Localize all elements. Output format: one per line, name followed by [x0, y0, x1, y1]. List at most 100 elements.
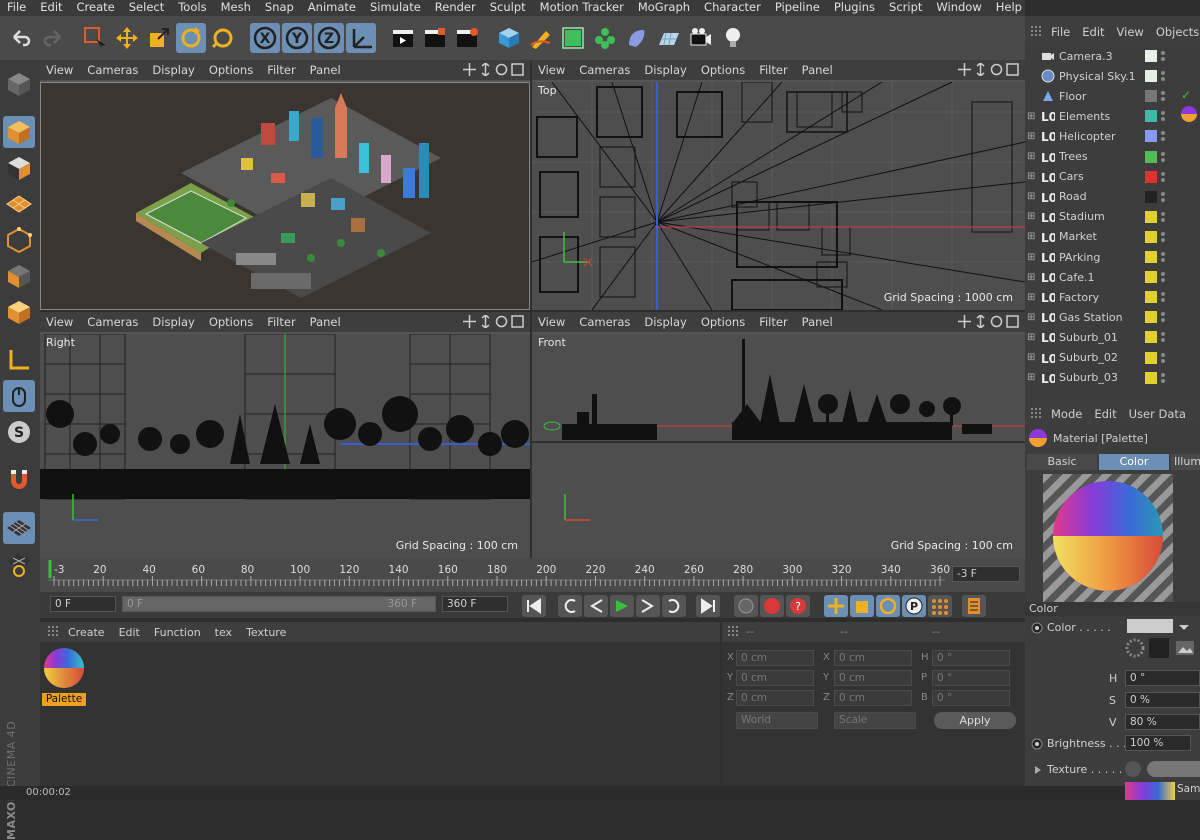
object-name[interactable]: Floor [1059, 90, 1143, 103]
solo-button[interactable]: S [3, 416, 35, 448]
orbit-icon[interactable] [495, 315, 508, 328]
menu-animate[interactable]: Animate [301, 0, 363, 16]
menu-character[interactable]: Character [697, 0, 768, 16]
layer-color-swatch[interactable] [1145, 90, 1157, 103]
object-row[interactable]: ⊞ L0 Cars [1025, 167, 1200, 187]
expand-icon[interactable]: ⊞ [1027, 272, 1037, 283]
layer-color-swatch[interactable] [1145, 271, 1157, 284]
menu-window[interactable]: Window [929, 0, 988, 16]
object-name[interactable]: Suburb_03 [1059, 371, 1143, 384]
polygons-mode-button[interactable] [3, 296, 35, 328]
planar-workplane-button[interactable] [3, 548, 35, 580]
visibility-dots[interactable] [1161, 312, 1165, 323]
menu-help[interactable]: Help [989, 0, 1029, 16]
object-row[interactable]: ⊞ L0 Gas Station [1025, 307, 1200, 327]
viewport-menu-filter[interactable]: Filter [759, 63, 787, 77]
viewport-menu-view[interactable]: View [538, 63, 565, 77]
dolly-icon[interactable] [974, 315, 987, 328]
menu-mograph[interactable]: MoGraph [631, 0, 697, 16]
viewport-menu-options[interactable]: Options [209, 315, 253, 329]
object-row[interactable]: ⊞ L0 Helicopter [1025, 126, 1200, 146]
expand-icon[interactable]: ⊞ [1027, 211, 1037, 222]
menu-sculpt[interactable]: Sculpt [483, 0, 533, 16]
layer-color-swatch[interactable] [1145, 170, 1157, 183]
visibility-dots[interactable] [1161, 352, 1165, 363]
viewport-menu-view[interactable]: View [46, 63, 73, 77]
object-row[interactable]: ⊞ L0 Elements [1025, 106, 1200, 126]
orbit-icon[interactable] [990, 315, 1003, 328]
menu-render[interactable]: Render [428, 0, 483, 16]
expand-icon[interactable]: ⊞ [1027, 252, 1037, 263]
pos-y-field[interactable]: 0 cm [736, 670, 814, 686]
expand-icon[interactable]: ⊞ [1027, 151, 1037, 162]
visibility-dots[interactable] [1161, 171, 1165, 182]
menu-select[interactable]: Select [122, 0, 171, 16]
om-menu-view[interactable]: View [1117, 25, 1144, 39]
h-field[interactable]: 0 ° [1125, 670, 1200, 686]
coordinate-system-button[interactable] [346, 23, 376, 53]
object-row[interactable]: ⊞ L0 Road [1025, 187, 1200, 207]
undo-button[interactable] [6, 23, 36, 53]
radio-icon[interactable] [1031, 622, 1043, 634]
object-row[interactable]: Floor [1025, 86, 1200, 106]
scale-tool-button[interactable] [144, 23, 174, 53]
viewport-menu-options[interactable]: Options [701, 63, 745, 77]
expand-icon[interactable]: ⊞ [1027, 171, 1037, 182]
locked-workplane-button[interactable] [3, 512, 35, 544]
expand-icon[interactable]: ⊞ [1027, 372, 1037, 383]
object-row[interactable]: ⊞ L0 Factory [1025, 287, 1200, 307]
camera-button[interactable] [686, 23, 716, 53]
floor-button[interactable] [654, 23, 684, 53]
om-menu-file[interactable]: File [1051, 25, 1070, 39]
layer-color-swatch[interactable] [1145, 351, 1157, 364]
end-frame-field[interactable]: 360 F [442, 596, 508, 612]
visibility-dots[interactable] [1161, 191, 1165, 202]
frame-range-slider[interactable]: 0 F 360 F [122, 596, 436, 612]
visibility-dots[interactable] [1161, 51, 1165, 61]
object-name[interactable]: Road [1059, 190, 1143, 203]
workplane-mode-button[interactable] [3, 188, 35, 220]
visibility-dots[interactable] [1161, 372, 1165, 383]
z-axis-lock-button[interactable]: Z [314, 23, 344, 53]
render-settings-button[interactable] [452, 23, 482, 53]
visibility-dots[interactable] [1161, 332, 1165, 343]
radio-icon[interactable] [1031, 738, 1043, 750]
layer-color-swatch[interactable] [1145, 70, 1157, 83]
menu-motion-tracker[interactable]: Motion Tracker [533, 0, 631, 16]
texture-slot[interactable] [1147, 761, 1200, 777]
live-selection-button[interactable] [80, 23, 110, 53]
move-tool-button[interactable] [112, 23, 142, 53]
object-row[interactable]: ⊞ L0 Suburb_01 [1025, 327, 1200, 347]
viewport-menu-display[interactable]: Display [152, 63, 194, 77]
rot-b-field[interactable]: 0 ° [932, 690, 1010, 706]
menu-plugins[interactable]: Plugins [827, 0, 882, 16]
object-name[interactable]: Stadium [1059, 210, 1143, 223]
menu-create[interactable]: Create [70, 0, 122, 16]
material-menu-function[interactable]: Function [154, 626, 201, 639]
front-view-canvas[interactable]: Front Grid Spacing : 100 cm [532, 334, 1025, 558]
current-frame-field[interactable]: -3 F [952, 566, 1020, 582]
edges-mode-button[interactable] [3, 260, 35, 292]
perspective-view-canvas[interactable] [40, 82, 530, 310]
menu-snap[interactable]: Snap [258, 0, 301, 16]
layer-color-swatch[interactable] [1145, 291, 1157, 304]
layer-color-swatch[interactable] [1145, 230, 1157, 243]
apply-button[interactable]: Apply [934, 712, 1016, 729]
menu-edit[interactable]: Edit [33, 0, 69, 16]
layer-color-swatch[interactable] [1145, 150, 1157, 163]
visibility-dots[interactable] [1161, 211, 1165, 222]
deformer-button[interactable] [622, 23, 652, 53]
viewport-menu-view[interactable]: View [538, 315, 565, 329]
object-row[interactable]: ⊞ L0 Stadium [1025, 207, 1200, 227]
expand-icon[interactable]: ⊞ [1027, 231, 1037, 242]
maximize-icon[interactable] [511, 315, 524, 328]
viewport-menu-cameras[interactable]: Cameras [87, 315, 138, 329]
drag-handle-icon[interactable] [1031, 408, 1043, 420]
object-name[interactable]: Cars [1059, 170, 1143, 183]
redo-button[interactable] [38, 23, 68, 53]
object-row[interactable]: ⊞ L0 Suburb_03 [1025, 368, 1200, 388]
visibility-dots[interactable] [1161, 151, 1165, 162]
object-row[interactable]: ⊞ L0 Suburb_02 [1025, 348, 1200, 368]
expand-icon[interactable]: ⊞ [1027, 332, 1037, 343]
viewport-menu-panel[interactable]: Panel [802, 63, 833, 77]
